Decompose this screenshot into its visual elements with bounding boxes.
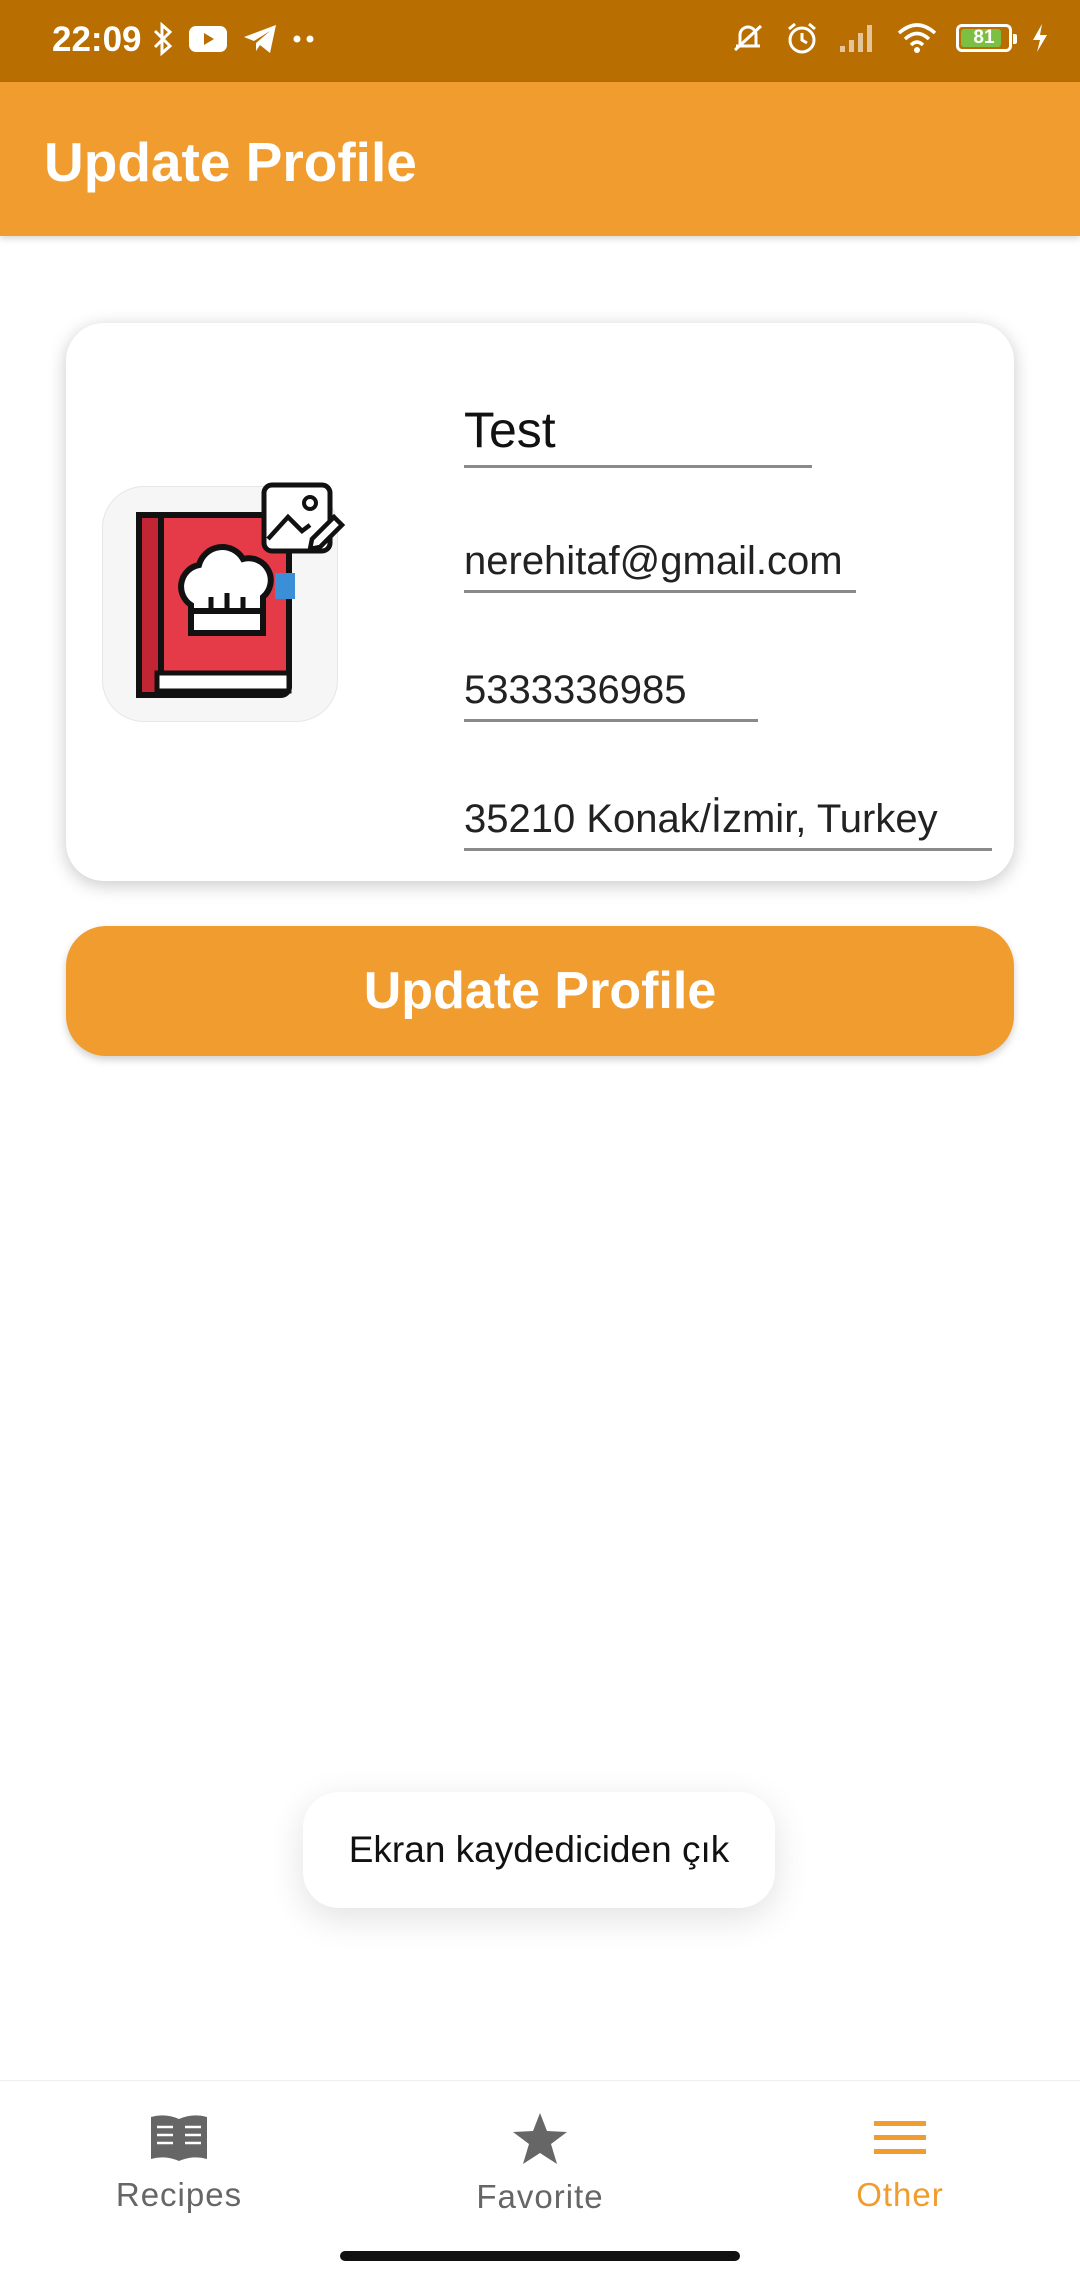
youtube-icon xyxy=(189,26,227,52)
phone-value[interactable]: 5333336985 xyxy=(464,668,758,713)
email-value[interactable]: nerehitaf@gmail.com xyxy=(464,539,856,584)
update-profile-button[interactable]: Update Profile xyxy=(66,926,1014,1056)
more-dots-icon xyxy=(293,35,314,43)
status-bar: 22:09 81 xyxy=(0,0,1080,82)
battery-level: 81 xyxy=(973,27,995,48)
star-icon xyxy=(513,2113,567,2164)
address-field[interactable]: 35210 Konak/İzmir, Turkey xyxy=(464,797,992,851)
charging-icon xyxy=(1033,24,1047,52)
status-right-icons: 81 xyxy=(730,20,1050,56)
nav-label-other: Other xyxy=(856,2176,944,2213)
toast-message: Ekran kaydediciden çık xyxy=(303,1792,775,1908)
nav-item-other[interactable]: Other xyxy=(780,2111,1020,2214)
nav-label-recipes: Recipes xyxy=(115,2176,243,2213)
name-field[interactable]: Test xyxy=(464,401,812,468)
nav-item-recipes[interactable]: Recipes xyxy=(59,2111,299,2214)
email-field[interactable]: nerehitaf@gmail.com xyxy=(464,539,856,593)
battery-icon: 81 xyxy=(956,24,1017,52)
phone-field[interactable]: 5333336985 xyxy=(464,668,758,722)
mute-icon xyxy=(733,24,763,52)
home-indicator[interactable] xyxy=(340,2251,740,2261)
address-value[interactable]: 35210 Konak/İzmir, Turkey xyxy=(464,797,992,842)
status-time: 22:09 xyxy=(52,20,142,59)
wifi-icon xyxy=(897,23,937,53)
page-title: Update Profile xyxy=(44,131,417,193)
nav-label-favorite: Favorite xyxy=(476,2178,604,2215)
menu-icon xyxy=(874,2121,926,2154)
name-value[interactable]: Test xyxy=(464,401,812,459)
bluetooth-icon xyxy=(153,22,173,56)
app-bar: Update Profile xyxy=(0,82,1080,236)
telegram-icon xyxy=(244,25,276,53)
profile-card: Test nerehitaf@gmail.com 5333336985 3521… xyxy=(66,323,1014,881)
status-left-icons xyxy=(152,22,316,56)
signal-icon xyxy=(840,25,872,52)
nav-item-favorite[interactable]: Favorite xyxy=(420,2111,660,2216)
book-icon xyxy=(151,2115,207,2161)
alarm-icon xyxy=(788,22,816,54)
edit-image-icon[interactable] xyxy=(260,479,346,559)
